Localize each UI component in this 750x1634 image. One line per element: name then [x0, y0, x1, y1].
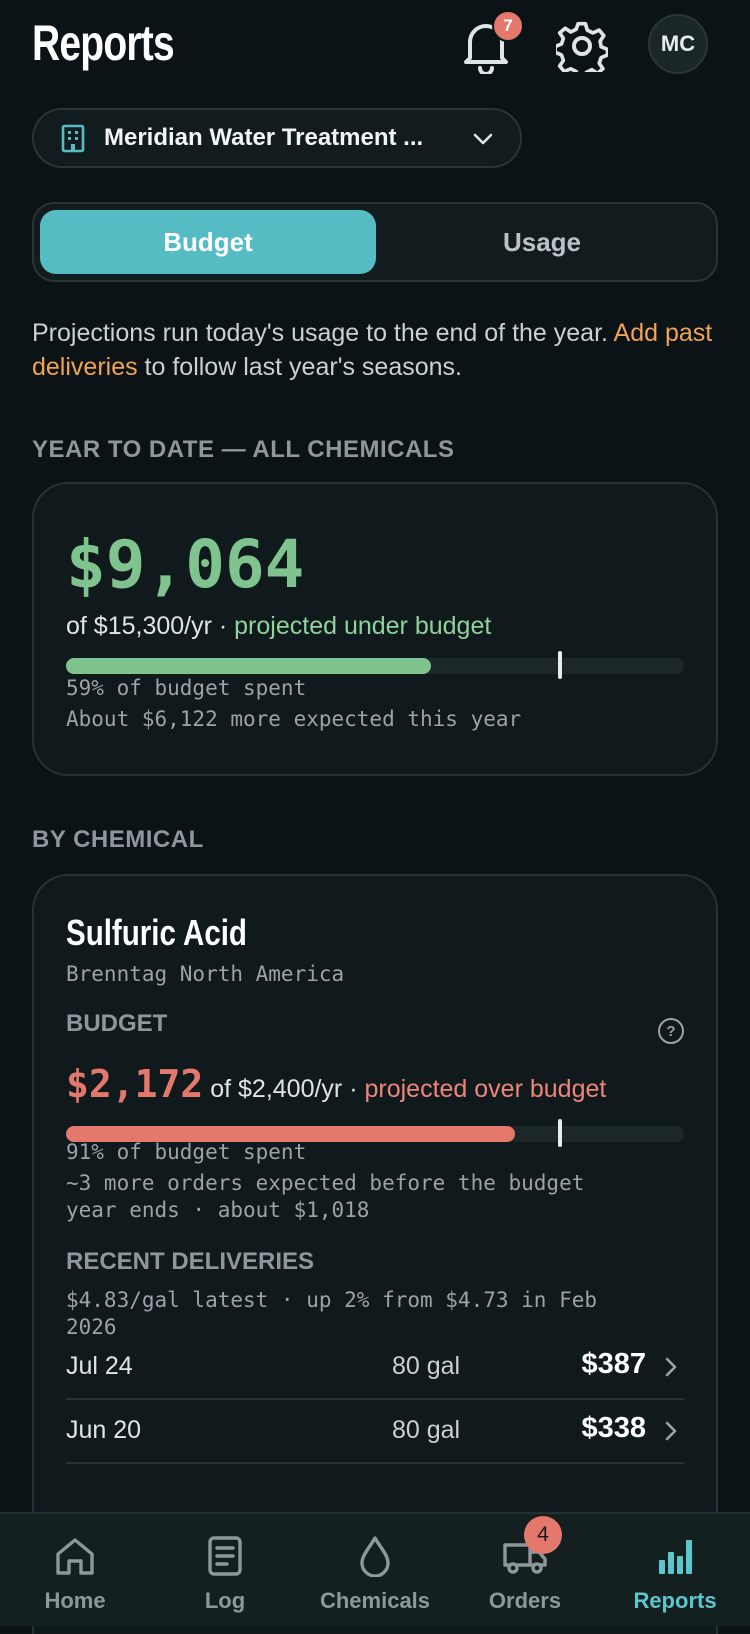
nav-log[interactable]: Log [150, 1514, 300, 1626]
log-icon [202, 1534, 248, 1578]
chemical-status: projected over budget [364, 1075, 607, 1103]
avatar[interactable]: MC [648, 14, 708, 74]
report-tabs: Budget Usage [32, 202, 718, 282]
tab-usage[interactable]: Usage [374, 210, 710, 274]
chemical-budget-text: of $2,400/yr · [203, 1075, 365, 1103]
chemical-spent-line: $2,172 of $2,400/yr · projected over bud… [66, 1062, 606, 1106]
nav-label: Log [204, 1588, 246, 1613]
chemical-name: Sulfuric Acid [66, 912, 247, 953]
header: Reports 7 MC [0, 0, 750, 96]
bottom-nav: Home Log Chemicals Orders Reports [0, 1512, 750, 1626]
delivery-price: $338 [581, 1412, 646, 1444]
by-chemical-label: BY CHEMICAL [32, 826, 204, 853]
ytd-expected: About $6,122 more expected this year [66, 707, 522, 731]
bar-chart-icon [652, 1534, 698, 1578]
ytd-percent: 59% of budget spent [66, 676, 307, 700]
ytd-projection-marker [558, 651, 563, 679]
delivery-date: Jun 20 [66, 1416, 142, 1444]
nav-label: Chemicals [319, 1588, 431, 1613]
budget-label: BUDGET [66, 1010, 168, 1037]
price-trend-1: $4.83/gal latest · up 2% from $4.73 in F… [66, 1288, 598, 1312]
recent-deliveries-label: RECENT DELIVERIES [66, 1248, 315, 1275]
ytd-progress-bar [66, 651, 684, 679]
facility-selector[interactable]: Meridian Water Treatment ... [32, 108, 522, 168]
note-text: Projections run today's usage to the end… [32, 319, 614, 347]
drop-icon [352, 1534, 398, 1578]
ytd-budget-line: of $15,300/yr · projected under budget [66, 612, 491, 641]
building-icon [58, 123, 88, 153]
chemical-expected-1: ~3 more orders expected before the budge… [66, 1171, 585, 1195]
help-icon[interactable]: ? [658, 1018, 684, 1044]
chevron-right-icon [665, 1421, 677, 1441]
page-title: Reports [32, 15, 175, 71]
ytd-progress-fill [66, 658, 431, 674]
gear-icon [556, 21, 608, 72]
chemical-percent: 91% of budget spent [66, 1140, 307, 1164]
supplier-name: Brenntag North America [66, 962, 345, 986]
nav-reports[interactable]: Reports [600, 1514, 750, 1626]
delivery-row[interactable]: Jul 24 80 gal $387 [66, 1336, 684, 1400]
facility-name: Meridian Water Treatment ... [104, 124, 424, 151]
ytd-status: projected under budget [234, 612, 492, 640]
nav-label: Orders [488, 1588, 562, 1613]
delivery-price: $387 [581, 1348, 646, 1380]
chemical-expected-2: year ends · about $1,018 [66, 1198, 370, 1222]
tab-budget[interactable]: Budget [40, 210, 376, 274]
home-icon [52, 1534, 98, 1578]
delivery-row[interactable]: Jun 20 80 gal $338 [66, 1400, 684, 1464]
notification-badge: 7 [492, 10, 524, 42]
settings-button[interactable] [552, 16, 612, 76]
nav-label: Reports [633, 1588, 717, 1613]
chevron-down-icon [473, 133, 493, 145]
delivery-quantity: 80 gal [392, 1416, 461, 1444]
note-text-end: to follow last year's seasons. [137, 353, 462, 381]
chemical-projection-marker [558, 1119, 563, 1147]
chevron-right-icon [665, 1357, 677, 1377]
delivery-quantity: 80 gal [392, 1352, 461, 1380]
nav-label: Home [44, 1588, 106, 1613]
delivery-date: Jul 24 [66, 1352, 133, 1380]
nav-home[interactable]: Home [0, 1514, 150, 1626]
ytd-amount: $9,064 [66, 526, 305, 603]
nav-chemicals[interactable]: Chemicals [300, 1514, 450, 1626]
ytd-summary-card: $9,064 of $15,300/yr · projected under b… [32, 482, 718, 776]
chemical-amount: $2,172 [66, 1062, 204, 1106]
ytd-section-label: YEAR TO DATE — ALL CHEMICALS [32, 436, 455, 463]
ytd-budget-text: of $15,300/yr · [66, 612, 235, 640]
projection-note: Projections run today's usage to the end… [32, 316, 722, 384]
orders-badge: 4 [524, 1516, 562, 1554]
